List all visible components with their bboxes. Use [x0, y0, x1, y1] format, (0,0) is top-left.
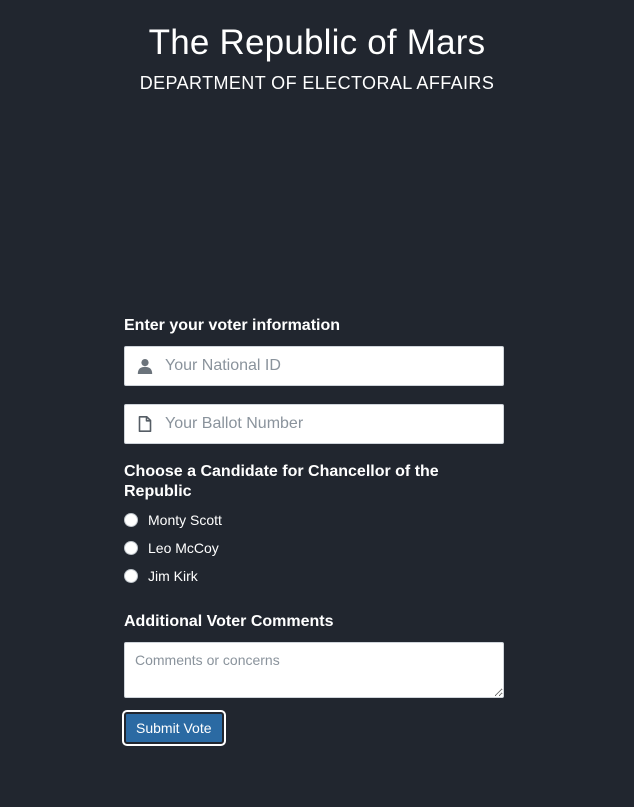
submit-vote-button[interactable]: Submit Vote	[122, 710, 226, 746]
candidate-name: Monty Scott	[148, 512, 222, 528]
voting-form: Enter your voter information Choose a Ca…	[122, 316, 504, 746]
header: The Republic of Mars DEPARTMENT OF ELECT…	[0, 22, 634, 94]
user-icon	[137, 359, 153, 374]
candidate-radio[interactable]	[124, 541, 138, 555]
candidate-option-jim-kirk[interactable]: Jim Kirk	[124, 562, 504, 590]
voter-info-label: Enter your voter information	[124, 317, 341, 334]
comments-label: Additional Voter Comments	[124, 613, 334, 630]
candidate-name: Jim Kirk	[148, 568, 198, 584]
page-title: The Republic of Mars	[148, 23, 486, 62]
candidate-radio[interactable]	[124, 513, 138, 527]
national-id-group	[124, 346, 504, 386]
ballot-number-group	[124, 404, 504, 444]
candidate-label: Choose a Candidate for Chancellor of the…	[124, 463, 439, 500]
candidate-options: Monty Scott Leo McCoy Jim Kirk	[124, 506, 504, 590]
comments-textarea[interactable]	[124, 642, 504, 698]
document-icon	[138, 416, 152, 432]
candidate-option-leo-mccoy[interactable]: Leo McCoy	[124, 534, 504, 562]
candidate-radio[interactable]	[124, 569, 138, 583]
candidate-name: Leo McCoy	[148, 540, 219, 556]
submit-row: Submit Vote	[122, 710, 504, 746]
page-subtitle: DEPARTMENT OF ELECTORAL AFFAIRS	[139, 73, 495, 93]
page: The Republic of Mars DEPARTMENT OF ELECT…	[0, 0, 634, 807]
candidate-option-monty-scott[interactable]: Monty Scott	[124, 506, 504, 534]
ballot-number-input[interactable]	[165, 405, 495, 443]
national-id-input[interactable]	[165, 347, 495, 385]
